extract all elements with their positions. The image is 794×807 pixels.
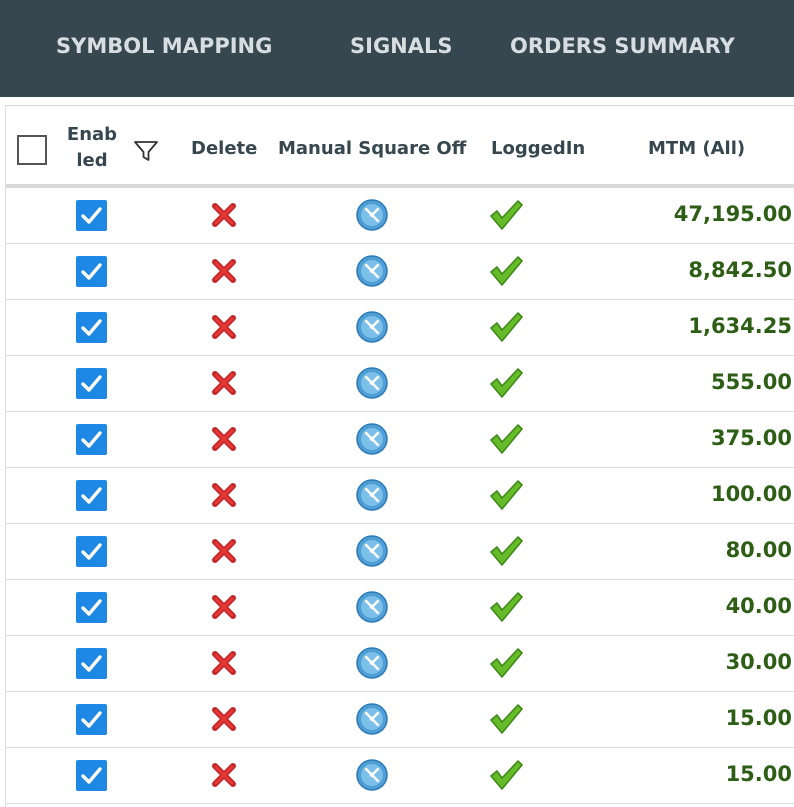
square-off-clock-icon[interactable] xyxy=(355,534,389,568)
enabled-checkbox[interactable] xyxy=(76,368,107,399)
enabled-checkbox[interactable] xyxy=(76,200,107,231)
mtm-value: 15.00 xyxy=(725,706,792,730)
square-off-clock-icon[interactable] xyxy=(355,646,389,680)
table-row[interactable]: 555.00 xyxy=(6,356,794,412)
check-mark-icon xyxy=(490,536,523,566)
enabled-checkbox[interactable] xyxy=(76,592,107,623)
check-mark-icon xyxy=(490,592,523,622)
checkbox-check-icon xyxy=(81,543,102,560)
delete-x-icon[interactable] xyxy=(211,426,237,452)
enabled-checkbox[interactable] xyxy=(76,760,107,791)
check-mark-icon xyxy=(490,648,523,678)
square-off-clock-icon[interactable] xyxy=(355,702,389,736)
enabled-checkbox[interactable] xyxy=(76,424,107,455)
square-off-clock-icon[interactable] xyxy=(355,590,389,624)
select-all-checkbox[interactable] xyxy=(17,135,47,165)
square-off-clock-icon[interactable] xyxy=(355,758,389,792)
table-row[interactable]: 30.00 xyxy=(6,636,794,692)
checkbox-check-icon xyxy=(81,767,102,784)
checkbox-check-icon xyxy=(81,319,102,336)
delete-x-icon[interactable] xyxy=(211,538,237,564)
delete-x-icon[interactable] xyxy=(211,482,237,508)
mtm-value: 100.00 xyxy=(710,482,792,506)
table-row[interactable]: 15.00 xyxy=(6,692,794,748)
mtm-value: 30.00 xyxy=(725,650,792,674)
checkbox-check-icon xyxy=(81,711,102,728)
table-row[interactable]: 40.00 xyxy=(6,580,794,636)
header-delete[interactable]: Delete xyxy=(191,138,257,159)
checkbox-check-icon xyxy=(81,375,102,392)
checkbox-check-icon xyxy=(81,487,102,504)
square-off-clock-icon[interactable] xyxy=(355,478,389,512)
square-off-clock-icon[interactable] xyxy=(355,198,389,232)
header-logged-in[interactable]: LoggedIn xyxy=(491,138,585,159)
mtm-value: 1,634.25 xyxy=(688,314,792,338)
enabled-checkbox[interactable] xyxy=(76,648,107,679)
check-mark-icon xyxy=(490,200,523,230)
delete-x-icon[interactable] xyxy=(211,594,237,620)
tab-signals[interactable]: SIGNALS xyxy=(350,30,453,62)
top-navigation-bar: SYMBOL MAPPING SIGNALS ORDERS SUMMARY xyxy=(0,0,794,97)
check-mark-icon xyxy=(490,760,523,790)
enabled-checkbox[interactable] xyxy=(76,480,107,511)
checkbox-check-icon xyxy=(81,207,102,224)
enabled-checkbox[interactable] xyxy=(76,312,107,343)
delete-x-icon[interactable] xyxy=(211,650,237,676)
mtm-value: 8,842.50 xyxy=(688,258,792,282)
delete-x-icon[interactable] xyxy=(211,370,237,396)
delete-x-icon[interactable] xyxy=(211,706,237,732)
table-row[interactable]: 8,842.50 xyxy=(6,244,794,300)
checkbox-check-icon xyxy=(81,655,102,672)
table-row[interactable]: 375.00 xyxy=(6,412,794,468)
check-mark-icon xyxy=(490,312,523,342)
enabled-checkbox[interactable] xyxy=(76,256,107,287)
delete-x-icon[interactable] xyxy=(211,258,237,284)
check-mark-icon xyxy=(490,256,523,286)
checkbox-check-icon xyxy=(81,431,102,448)
mtm-value: 375.00 xyxy=(710,426,792,450)
table-row[interactable]: 15.00 xyxy=(6,748,794,804)
header-mtm-all[interactable]: MTM (All) xyxy=(648,138,745,159)
check-mark-icon xyxy=(490,480,523,510)
mtm-value: 555.00 xyxy=(710,370,792,394)
tab-orders-summary[interactable]: ORDERS SUMMARY xyxy=(510,30,735,62)
tab-symbol-mapping[interactable]: SYMBOL MAPPING xyxy=(56,30,272,62)
delete-x-icon[interactable] xyxy=(211,202,237,228)
mtm-value: 80.00 xyxy=(725,538,792,562)
check-mark-icon xyxy=(490,368,523,398)
table-row[interactable]: 47,195.00 xyxy=(6,188,794,244)
table-row[interactable]: 1,634.25 xyxy=(6,300,794,356)
table-row[interactable]: 80.00 xyxy=(6,524,794,580)
mtm-value: 15.00 xyxy=(725,762,792,786)
checkbox-check-icon xyxy=(81,599,102,616)
header-enabled[interactable]: Enab led xyxy=(62,122,122,174)
check-mark-icon xyxy=(490,424,523,454)
enabled-checkbox[interactable] xyxy=(76,704,107,735)
delete-x-icon[interactable] xyxy=(211,762,237,788)
enabled-checkbox[interactable] xyxy=(76,536,107,567)
square-off-clock-icon[interactable] xyxy=(355,366,389,400)
filter-icon[interactable] xyxy=(133,139,159,163)
mtm-value: 40.00 xyxy=(725,594,792,618)
check-mark-icon xyxy=(490,704,523,734)
delete-x-icon[interactable] xyxy=(211,314,237,340)
square-off-clock-icon[interactable] xyxy=(355,310,389,344)
square-off-clock-icon[interactable] xyxy=(355,422,389,456)
accounts-grid: Enab led Delete Manual Square Off Logged… xyxy=(5,105,794,807)
checkbox-check-icon xyxy=(81,263,102,280)
table-row[interactable]: 100.00 xyxy=(6,468,794,524)
square-off-clock-icon[interactable] xyxy=(355,254,389,288)
header-manual-square-off[interactable]: Manual Square Off xyxy=(278,138,466,159)
mtm-value: 47,195.00 xyxy=(673,202,792,226)
grid-header-row: Enab led Delete Manual Square Off Logged… xyxy=(6,106,794,188)
